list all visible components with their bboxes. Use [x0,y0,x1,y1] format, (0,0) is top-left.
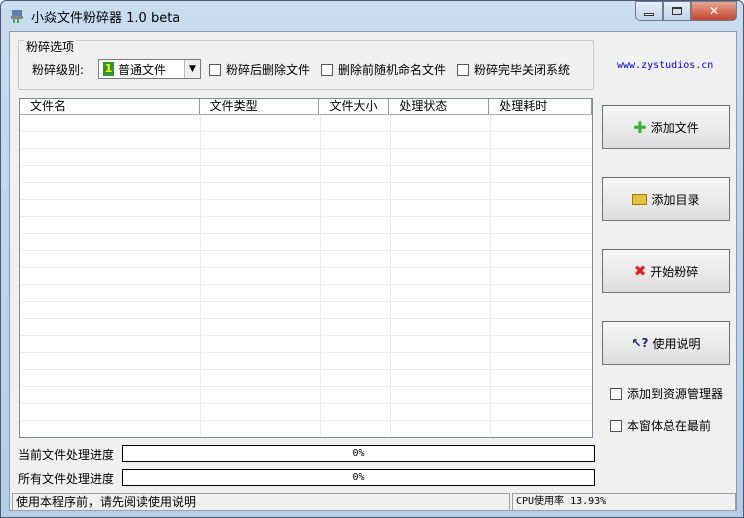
checkbox-label: 粉碎完毕关闭系统 [474,63,571,77]
checkbox-shutdown[interactable]: 粉碎完毕关闭系统 [457,61,570,78]
client-area: 粉碎选项 粉碎级别: 1 普通文件 ▼ 粉碎后删除文件 删除前随机命名文件 粉碎… [9,31,737,511]
level-value: 普通文件 [118,62,167,77]
checkbox-label: 粉碎后删除文件 [226,63,311,77]
column-filename[interactable]: 文件名 [20,99,200,114]
level-number-icon: 1 [103,62,114,76]
group-label: 粉碎选项 [24,38,77,55]
maximize-icon [672,7,682,15]
column-time[interactable]: 处理耗时 [489,99,592,114]
button-label: 开始粉碎 [650,264,699,279]
checkbox-box[interactable] [321,63,333,76]
x-icon: ✖ [633,262,647,280]
checkbox-box[interactable] [209,63,221,76]
app-shredder-icon [9,8,25,24]
button-label: 使用说明 [652,336,701,351]
minimize-icon [644,12,654,16]
level-select[interactable]: 1 普通文件 ▼ [98,59,201,79]
file-list[interactable]: 文件名 文件类型 文件大小 处理状态 处理耗时 [19,98,593,438]
checkbox-box[interactable] [457,63,469,76]
start-shred-button[interactable]: ✖ 开始粉碎 [602,249,730,293]
checkbox-always-on-top[interactable]: 本窗体总在最前 [610,417,711,434]
checkbox-delete-after[interactable]: 粉碎后删除文件 [209,61,310,78]
checkbox-add-explorer[interactable]: 添加到资源管理器 [610,385,723,402]
minimize-button[interactable] [635,1,663,21]
button-label: 添加文件 [650,120,699,135]
all-progress-bar: 0% [122,469,595,486]
checkbox-label: 本窗体总在最前 [627,419,712,433]
checkbox-box[interactable] [610,419,622,432]
close-icon: ✕ [708,4,720,18]
app-window: 小焱文件粉碎器 1.0 beta ✕ 粉碎选项 粉碎级别: 1 普通文件 ▼ 粉… [0,0,744,518]
add-directory-button[interactable]: 添加目录 [602,177,730,221]
help-cursor-icon: ↖? [631,336,649,350]
list-header: 文件名 文件类型 文件大小 处理状态 处理耗时 [20,99,592,115]
all-progress-label: 所有文件处理进度 [18,472,115,486]
window-title: 小焱文件粉碎器 1.0 beta [31,11,181,26]
level-label: 粉碎级别: [32,63,85,77]
plus-icon: ✚ [633,117,647,137]
button-label: 添加目录 [651,192,700,207]
checkbox-box[interactable] [610,387,622,400]
cpu-usage: CPU使用率 13.93% [512,493,736,511]
checkbox-label: 删除前随机命名文件 [338,63,447,77]
checkbox-random-rename[interactable]: 删除前随机命名文件 [321,61,446,78]
website-link[interactable]: www.zystudios.cn [617,60,713,71]
chevron-down-icon[interactable]: ▼ [184,60,200,78]
column-filetype[interactable]: 文件类型 [200,99,320,114]
column-status[interactable]: 处理状态 [389,99,490,114]
add-file-button[interactable]: ✚ 添加文件 [602,105,730,149]
folder-open-icon [632,193,648,205]
close-button[interactable]: ✕ [691,1,737,21]
current-progress-label: 当前文件处理进度 [18,448,115,462]
column-filesize[interactable]: 文件大小 [319,99,390,114]
maximize-button[interactable] [663,1,691,21]
help-button[interactable]: ↖? 使用说明 [602,321,730,365]
status-message: 使用本程序前，请先阅读使用说明 [12,493,510,511]
checkbox-label: 添加到资源管理器 [627,387,724,401]
list-rows [20,115,592,437]
current-progress-bar: 0% [122,445,595,462]
